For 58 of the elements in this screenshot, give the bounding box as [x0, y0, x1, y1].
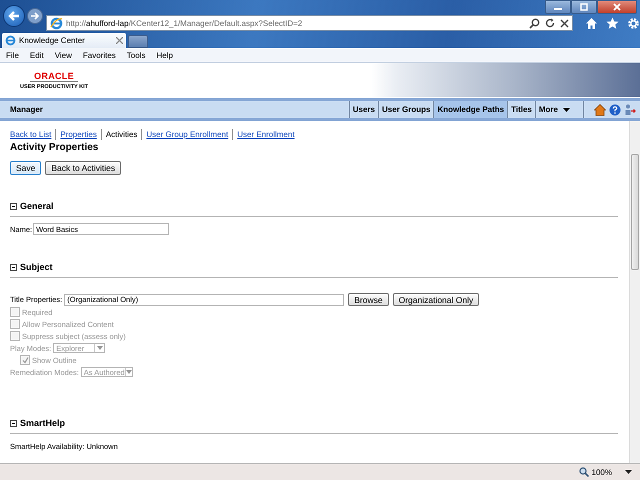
home-icon[interactable]: [585, 16, 598, 30]
forward-arrow-icon: [30, 11, 40, 21]
menu-item[interactable]: File: [6, 50, 19, 60]
logout-icon[interactable]: [624, 104, 636, 116]
address-bar[interactable]: http://ahufford-lap/KCenter12_1/Manager/Default.aspx?SelectID=2: [46, 15, 573, 31]
nav-tab[interactable]: Users: [348, 101, 378, 118]
menu-item[interactable]: Help: [156, 50, 173, 60]
field-button[interactable]: Browse: [348, 293, 389, 306]
globe-icon: [5, 35, 16, 46]
collapse-icon[interactable]: [10, 264, 17, 270]
sub-tab-link[interactable]: Activities: [106, 130, 138, 139]
close-icon[interactable]: [560, 18, 569, 28]
sub-tab-link[interactable]: Properties: [60, 130, 97, 139]
action-button[interactable]: Back to Activities: [45, 161, 122, 175]
caret-icon: [563, 108, 570, 112]
logo: ORACLE: [30, 70, 78, 82]
refresh-icon[interactable]: [545, 18, 555, 28]
help-icon[interactable]: [609, 104, 621, 116]
home-icon[interactable]: [594, 104, 606, 116]
caret-icon: [126, 370, 132, 374]
section-title: SmartHelp: [20, 418, 66, 428]
search-icon[interactable]: [529, 18, 540, 28]
browser-tab[interactable]: Knowledge Center: [2, 33, 126, 48]
nav-tab[interactable]: Knowledge Paths: [433, 101, 508, 118]
menu-item[interactable]: Favorites: [82, 50, 116, 60]
scrollbar[interactable]: [629, 121, 640, 463]
menu-item[interactable]: View: [54, 50, 72, 60]
forward-button[interactable]: [27, 8, 43, 24]
nav-tab[interactable]: Titles: [507, 101, 535, 118]
section-title: Subject: [20, 262, 53, 272]
minimize-button[interactable]: [545, 0, 571, 14]
menu-item[interactable]: Edit: [30, 50, 44, 60]
zoom-level[interactable]: 100%: [592, 468, 612, 476]
sub-tab-link[interactable]: Back to List: [10, 130, 52, 139]
nav-tab[interactable]: More: [534, 101, 573, 118]
menu-item[interactable]: Tools: [126, 50, 146, 60]
back-button[interactable]: [3, 5, 25, 27]
close-button[interactable]: [597, 0, 637, 14]
field-button[interactable]: Organizational Only: [392, 293, 480, 306]
new-tab-button[interactable]: [128, 35, 148, 48]
close-icon: [613, 3, 621, 11]
app-title: Manager: [10, 105, 44, 114]
caret-icon[interactable]: [625, 470, 632, 474]
sub-tab-link[interactable]: User Enrollment: [237, 130, 295, 139]
settings-icon[interactable]: [627, 16, 640, 30]
page-title: Activity Properties: [10, 142, 100, 153]
star-icon[interactable]: [606, 16, 619, 30]
collapse-icon[interactable]: [10, 202, 17, 210]
maximize-icon: [580, 3, 588, 11]
back-arrow-icon: [7, 9, 21, 23]
globe-icon: [50, 16, 63, 30]
maximize-button[interactable]: [571, 0, 597, 14]
zoom-icon: [578, 467, 589, 477]
collapse-icon[interactable]: [10, 420, 17, 426]
caret-icon: [96, 346, 103, 350]
section-title: General: [20, 201, 54, 211]
sub-tab-link[interactable]: User Group Enrollment: [146, 130, 228, 139]
action-button[interactable]: Save: [10, 161, 42, 175]
